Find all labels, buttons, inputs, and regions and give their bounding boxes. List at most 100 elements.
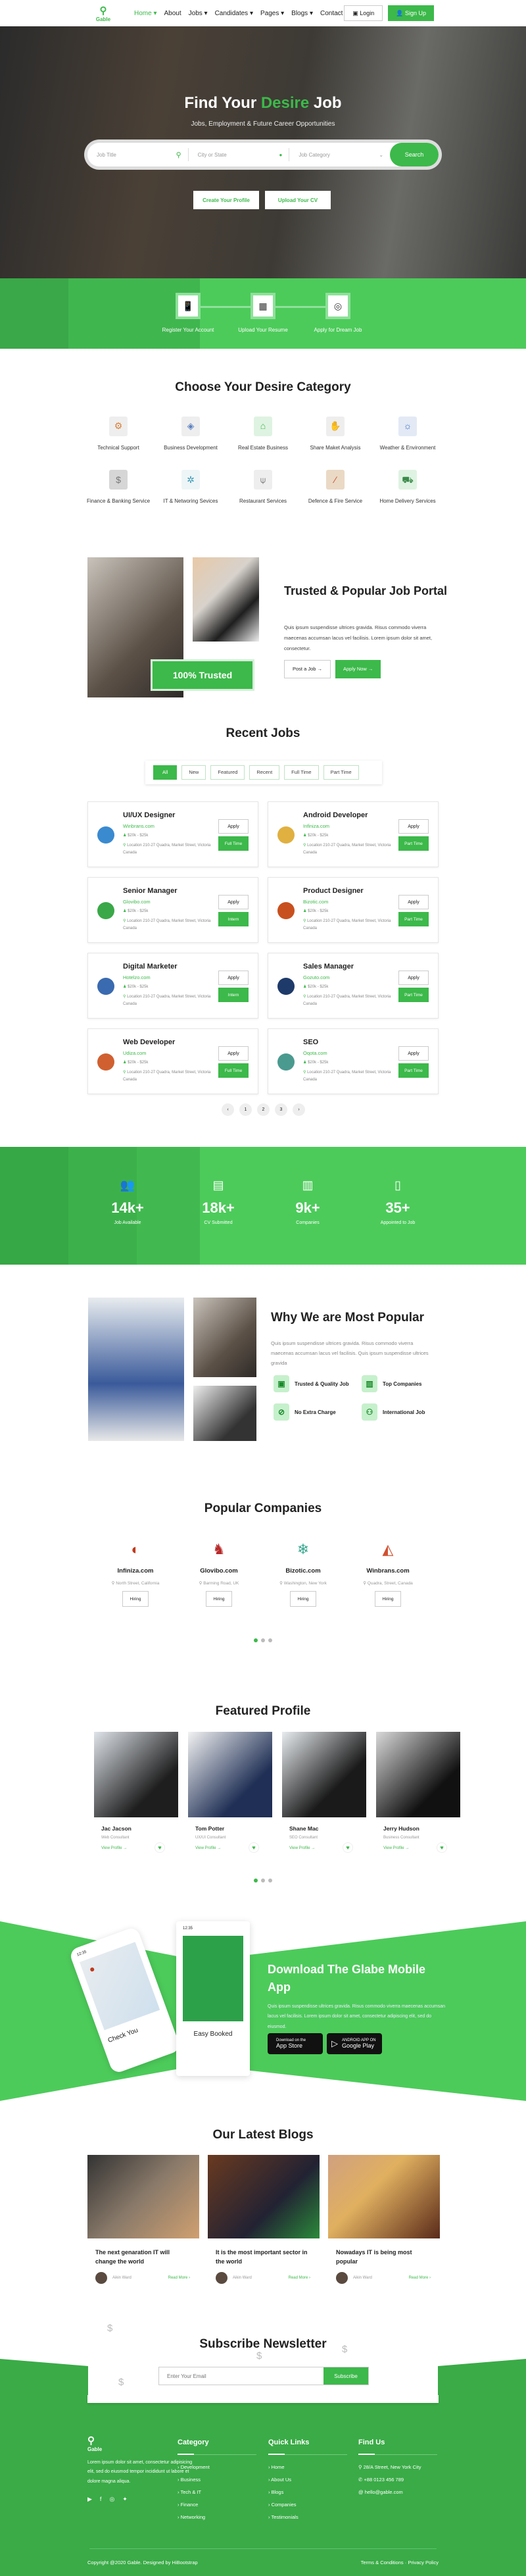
gable-logo[interactable]: ⚲ Gable [87,2433,110,2453]
terms-link[interactable]: Terms & Conditions [361,2560,404,2565]
view-profile-link[interactable]: View Profile → [383,1846,409,1850]
prev-page-button[interactable]: ‹ [222,1103,234,1116]
filter-new[interactable]: New [181,765,206,780]
job-card[interactable]: Sales Manager Gozuto.com ♟ $20k - $25k ⚲… [268,953,439,1019]
subscribe-button[interactable]: Subscribe [323,2367,368,2385]
job-card[interactable]: SEO Oqota.com ♟ $20k - $25k ⚲ Location 2… [268,1028,439,1094]
company-card[interactable]: ◐ Infiniza.com ⚲ North Street, California H… [89,1540,181,1607]
page-2[interactable]: 2 [257,1103,270,1116]
job-card[interactable]: Digital Marketer Hotelzo.com ♟ $20k - $2… [87,953,258,1019]
search-button[interactable]: Search [390,143,439,166]
company-link[interactable]: Udiza.com [123,1050,146,1056]
category-technical-support[interactable]: ⚙ Technical Support [82,417,155,452]
footer-link[interactable]: › Blogs [268,2489,347,2495]
nav-home[interactable]: Home ▾ [134,10,157,17]
heart-icon[interactable]: ♥ [343,1842,353,1853]
filter-part-time[interactable]: Part Time [323,765,359,780]
app-store-button[interactable]: Download on the App Store [268,2033,323,2054]
nav-jobs[interactable]: Jobs ▾ [189,10,208,17]
apply-button[interactable]: Apply [398,895,429,909]
city-input[interactable]: City or State ● [189,148,290,161]
view-profile-link[interactable]: View Profile → [195,1846,221,1850]
carousel-dots[interactable] [254,1879,272,1882]
blog-title[interactable]: Nowadays IT is being most popular [336,2248,431,2267]
instagram-icon[interactable]: ◎ [109,2496,114,2503]
heart-icon[interactable]: ♥ [437,1842,447,1853]
company-link[interactable]: Winbrans.com [123,823,155,829]
filter-featured[interactable]: Featured [210,765,245,780]
blog-title[interactable]: It is the most important sector in the w… [216,2248,311,2267]
next-page-button[interactable]: › [293,1103,305,1116]
apply-button[interactable]: Apply [218,819,249,834]
company-link[interactable]: Gozuto.com [303,974,329,980]
view-profile-link[interactable]: View Profile → [101,1846,127,1850]
footer-link[interactable]: › About Us [268,2477,347,2483]
blog-card[interactable]: It is the most important sector in the w… [208,2155,320,2284]
job-card[interactable]: Product Designer Bizotic.com ♟ $20k - $2… [268,877,439,943]
category-weather[interactable]: ☼ Weather & Environment [371,417,444,452]
filter-all[interactable]: All [153,765,178,780]
filter-recent[interactable]: Recent [249,765,280,780]
profile-card[interactable]: Tom Potter UX/UI Consultant View Profile… [188,1732,272,1857]
upload-cv-button[interactable]: Upload Your CV [265,191,331,209]
apply-button[interactable]: Apply [218,1046,249,1061]
job-card[interactable]: Android Developer Infiniza.com ♟ $20k - … [268,801,439,867]
read-more-link[interactable]: Read More › [289,2276,310,2280]
job-card[interactable]: Web Developer Udiza.com ♟ $20k - $25k ⚲ … [87,1028,258,1094]
page-3[interactable]: 3 [275,1103,287,1116]
blog-title[interactable]: The next genaration IT will change the w… [95,2248,191,2267]
nav-blogs[interactable]: Blogs ▾ [291,10,313,17]
read-more-link[interactable]: Read More › [168,2276,190,2280]
signup-button[interactable]: 👤 Sign Up [388,5,434,21]
blog-card[interactable]: The next genaration IT will change the w… [87,2155,199,2284]
category-real-estate[interactable]: ⌂ Real Estate Business [227,417,299,452]
facebook-icon[interactable]: f [100,2496,102,2503]
job-title-input[interactable]: Job Title ⚲ [87,148,189,161]
hiring-button[interactable]: Hiring [206,1591,232,1607]
hiring-button[interactable]: Hiring [290,1591,316,1607]
company-link[interactable]: Glovibo.com [123,899,151,905]
hiring-button[interactable]: Hiring [122,1591,149,1607]
category-share-market[interactable]: ✋ Share Maket Analysis [299,417,371,452]
footer-link[interactable]: › Testimonials [268,2514,347,2520]
heart-icon[interactable]: ♥ [155,1842,165,1853]
apply-button[interactable]: Apply [398,1046,429,1061]
page-1[interactable]: 1 [239,1103,252,1116]
twitter-icon[interactable]: ✦ [122,2496,128,2503]
footer-link[interactable]: › Business [178,2477,256,2483]
category-it-networking[interactable]: ✲ IT & Networing Sevices [155,470,227,505]
heart-icon[interactable]: ♥ [249,1842,259,1853]
gable-logo[interactable]: ⚲ Gable [92,3,114,23]
footer-link[interactable]: › Companies [268,2502,347,2508]
company-link[interactable]: Bizotic.com [303,899,328,905]
nav-pages[interactable]: Pages ▾ [260,10,284,17]
profile-card[interactable]: Jerry Hudson Business Consultant View Pr… [376,1732,460,1857]
privacy-link[interactable]: Privacy Policy [408,2560,439,2565]
category-defence[interactable]: ∕ Defence & Fire Service [299,470,371,505]
footer-link[interactable]: › Tech & IT [178,2489,256,2495]
company-card[interactable]: ♞ Glovibo.com ⚲ Barming Road, UK Hiring [173,1540,265,1607]
apply-button[interactable]: Apply [218,895,249,909]
category-business-development[interactable]: ◈ Business Development [155,417,227,452]
job-card[interactable]: Senior Manager Glovibo.com ♟ $20k - $25k… [87,877,258,943]
login-button[interactable]: ▣ Login [344,5,383,21]
view-profile-link[interactable]: View Profile → [289,1846,315,1850]
footer-link[interactable]: › Networking [178,2514,256,2520]
footer-link[interactable]: › Development [178,2464,256,2470]
post-job-button[interactable]: Post a Job → [284,660,331,678]
nav-candidates[interactable]: Candidates ▾ [215,10,253,17]
apply-button[interactable]: Apply [398,971,429,985]
profile-card[interactable]: Shane Mac SEO Consultant View Profile → … [282,1732,366,1857]
category-finance[interactable]: $ Finance & Banking Service [82,470,155,505]
email-input[interactable] [159,2367,323,2385]
company-link[interactable]: Hotelzo.com [123,974,151,980]
blog-card[interactable]: Nowadays IT is being most popular Aikin … [328,2155,440,2284]
footer-link[interactable]: › Finance [178,2502,256,2508]
footer-link[interactable]: › Home [268,2464,347,2470]
job-category-select[interactable]: Job Category ⌄ [289,148,390,161]
youtube-icon[interactable]: ▶ [87,2496,92,2503]
apply-button[interactable]: Apply [398,819,429,834]
create-profile-button[interactable]: Create Your Profile [193,191,259,209]
nav-about[interactable]: About [164,10,181,17]
profile-card[interactable]: Jac Jacson Web Consultant View Profile →… [94,1732,178,1857]
